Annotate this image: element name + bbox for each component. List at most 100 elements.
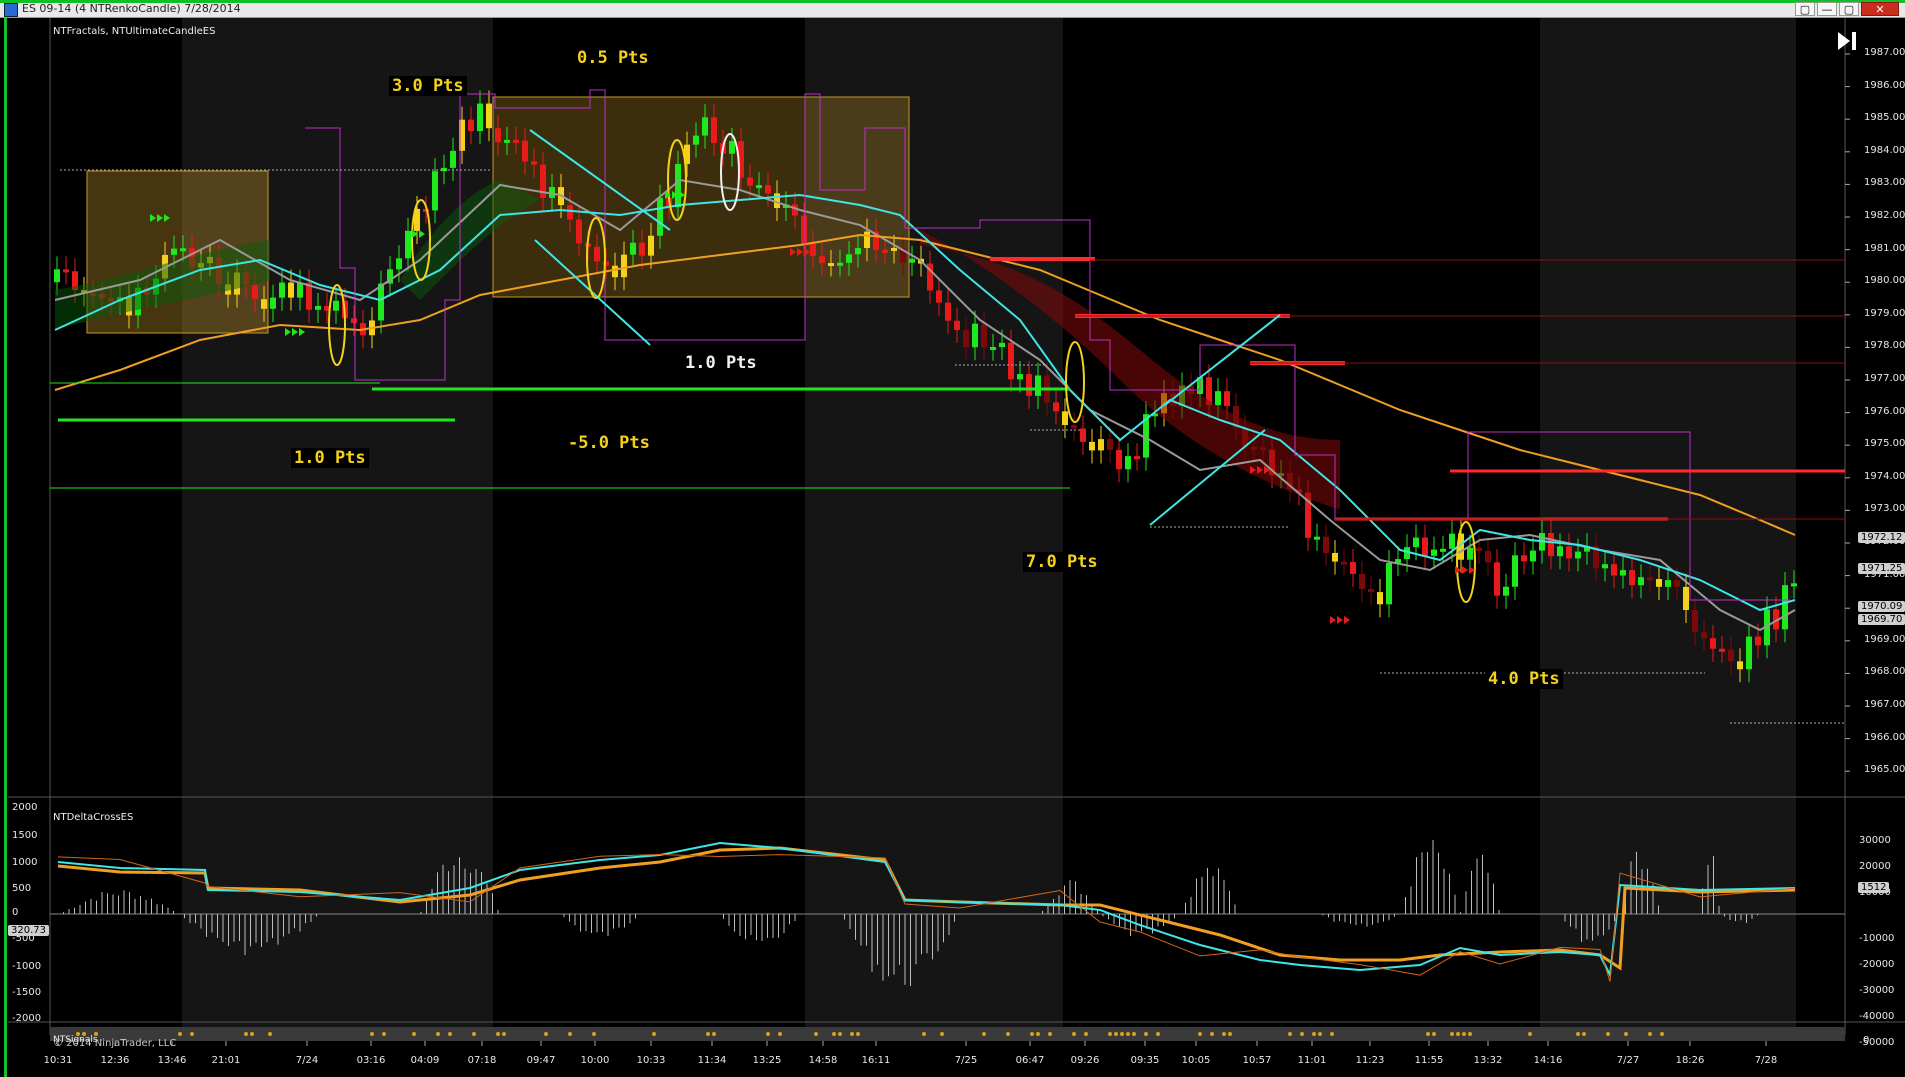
candle-body: [279, 282, 285, 298]
price-tick-label: 1979.00: [1864, 307, 1905, 319]
candle-body: [1710, 638, 1716, 649]
signal-dot: [940, 1032, 944, 1036]
signal-dot: [832, 1032, 836, 1036]
signal-dot: [1144, 1032, 1148, 1036]
signal-dot: [592, 1032, 596, 1036]
signal-dot: [1462, 1032, 1466, 1036]
candle-body: [1422, 537, 1428, 556]
time-tick-label: 14:58: [808, 1055, 838, 1066]
time-tick-label: 7/24: [295, 1055, 319, 1066]
candle-body: [1026, 374, 1032, 396]
candle-body: [504, 139, 510, 143]
pts-label-7-0: 7.0 Pts: [1023, 552, 1101, 572]
candle-body: [54, 269, 60, 283]
signal-dot: [370, 1032, 374, 1036]
price-tick-label: 1986.00: [1864, 79, 1905, 91]
time-tick-label: 14:16: [1533, 1055, 1563, 1066]
candle-body: [1116, 449, 1122, 470]
signal-dot: [1210, 1032, 1214, 1036]
candle-body: [180, 248, 186, 252]
candle-body: [1503, 586, 1509, 596]
candle-body: [1413, 537, 1419, 548]
price-tick-label: 1985.00: [1864, 112, 1905, 124]
delta-left-tick: -1500: [12, 987, 42, 998]
candle-body: [1674, 580, 1680, 587]
signal-dot: [382, 1032, 386, 1036]
candle-body: [1080, 428, 1086, 442]
signal-dot: [922, 1032, 926, 1036]
signal-dot: [1624, 1032, 1628, 1036]
candle-body: [486, 103, 492, 129]
time-tick-label: 04:09: [410, 1055, 440, 1066]
candle-body: [1494, 562, 1500, 596]
candle-body: [1215, 391, 1221, 406]
time-tick-label: 09:47: [526, 1055, 556, 1066]
time-tick-label: 7/28: [1754, 1055, 1778, 1066]
price-tag: 1971.25: [1858, 563, 1905, 574]
signal-dot: [1048, 1032, 1052, 1036]
candle-body: [1557, 546, 1563, 557]
candle-body: [1359, 573, 1365, 589]
candle-body: [837, 262, 843, 266]
candle-body: [378, 283, 384, 321]
candle-body: [1656, 579, 1662, 587]
delta-left-tick: -2000: [12, 1013, 42, 1024]
price-tag: 1970.09: [1858, 601, 1905, 612]
pts-label-1-0: 1.0 Pts: [291, 448, 369, 468]
candle-body: [801, 215, 807, 244]
time-tick-label: 13:32: [1473, 1055, 1503, 1066]
time-tick-label: 10:05: [1181, 1055, 1211, 1066]
candle-body: [1638, 577, 1644, 586]
candle-body: [621, 254, 627, 278]
candle-body: [1611, 564, 1617, 576]
candle-body: [396, 258, 402, 270]
candle-body: [495, 128, 501, 143]
delta-right-tick: -20000: [1859, 959, 1895, 970]
pts-label-0-5: 0.5 Pts: [574, 48, 652, 68]
signal-dot: [1606, 1032, 1610, 1036]
candle-body: [1053, 402, 1059, 412]
chart-canvas[interactable]: [0, 0, 1905, 1077]
candle-body: [1332, 553, 1338, 562]
time-tick-label: 11:01: [1297, 1055, 1327, 1066]
scroll-to-end-icon[interactable]: [1835, 30, 1859, 52]
signal-dot: [448, 1032, 452, 1036]
candle-body: [1062, 411, 1068, 426]
signal-dot: [1036, 1032, 1040, 1036]
candle-body: [1008, 342, 1014, 380]
candle-body: [1017, 374, 1023, 380]
time-tick-label: 13:46: [157, 1055, 187, 1066]
candle-body: [1323, 536, 1329, 554]
signal-dot: [706, 1032, 710, 1036]
price-tick-label: 1977.00: [1864, 373, 1905, 384]
signal-dot: [568, 1032, 572, 1036]
candle-body: [702, 117, 708, 136]
signal-dot: [472, 1032, 476, 1036]
candle-body: [1719, 648, 1725, 652]
signal-dot: [1084, 1032, 1088, 1036]
signal-dot: [1126, 1032, 1130, 1036]
time-tick-label: 11:34: [697, 1055, 727, 1066]
candle-body: [171, 248, 177, 255]
time-tick-label: 06:47: [1015, 1055, 1045, 1066]
price-indicator-name: NTFractals, NTUltimateCandleES: [53, 26, 216, 37]
candle-body: [972, 323, 978, 348]
signal-dot: [544, 1032, 548, 1036]
candle-body: [1602, 564, 1608, 569]
price-tick-label: 1983.00: [1864, 177, 1905, 189]
candle-body: [1746, 636, 1752, 670]
candle-body: [1647, 577, 1653, 581]
candle-body: [675, 163, 681, 208]
price-tag: 1969.70: [1858, 614, 1905, 625]
delta-left-tag: 320.73: [8, 925, 49, 936]
candle-body: [1350, 562, 1356, 574]
signal-dot: [778, 1032, 782, 1036]
candle-body: [693, 135, 699, 145]
delta-left-tick: 1000: [12, 857, 38, 868]
signal-dot: [1426, 1032, 1430, 1036]
pts-label-1-0-white: 1.0 Pts: [682, 353, 760, 373]
time-tick-label: 7/27: [1616, 1055, 1640, 1066]
candle-body: [639, 242, 645, 256]
time-tick-label: 13:25: [752, 1055, 782, 1066]
candle-body: [1683, 586, 1689, 610]
